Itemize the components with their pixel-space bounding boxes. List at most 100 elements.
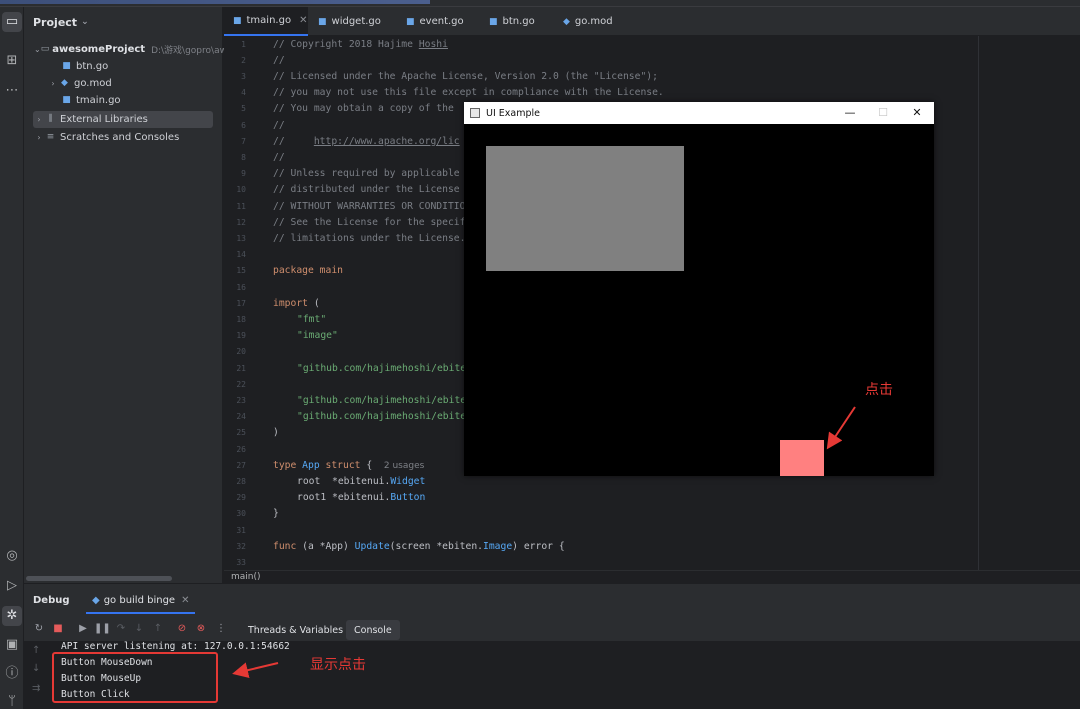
tree-item-external-libraries[interactable]: › ⫼ External Libraries xyxy=(33,111,213,128)
project-folder-icon[interactable]: ▭ xyxy=(2,12,22,32)
console-line: API server listening at: 127.0.0.1:54662 xyxy=(61,641,290,652)
go-file-icon: ■ xyxy=(62,95,71,105)
code-link[interactable]: http://www.apache.org/lic xyxy=(314,136,460,147)
usages-hint[interactable]: 2 usages xyxy=(384,461,424,471)
rerun-icon[interactable]: ↻ xyxy=(32,622,46,636)
tree-item-tmain-go[interactable]: ■ tmain.go xyxy=(24,92,223,109)
problems-icon[interactable]: ⓘ xyxy=(2,664,22,684)
expand-arrow-icon[interactable]: › xyxy=(34,133,44,142)
tab-console[interactable]: Console xyxy=(346,620,400,640)
ebiten-button[interactable] xyxy=(780,440,824,476)
line-number: 17 xyxy=(236,299,246,308)
more-tools-icon[interactable]: ⋯ xyxy=(2,81,22,101)
line-number: 28 xyxy=(236,477,246,486)
code-line: import ( xyxy=(273,298,320,309)
go-module-icon: ◆ xyxy=(563,16,570,27)
mute-breakpoints-icon[interactable]: ⊗ xyxy=(194,622,208,636)
tab-threads-variables[interactable]: Threads & Variables xyxy=(240,620,351,640)
code-line: func (a *App) Update(screen *ebiten.Imag… xyxy=(273,541,565,552)
go-build-icon: ◆ xyxy=(92,594,100,606)
debug-session-label: go build binge xyxy=(103,594,176,606)
tab-event-go[interactable]: ■ event.go xyxy=(397,7,481,36)
resume-icon[interactable]: ▶ xyxy=(76,622,90,636)
debug-bug-icon[interactable]: ✲ xyxy=(2,606,22,626)
terminal-icon[interactable]: ▣ xyxy=(2,635,22,655)
code-line: } xyxy=(273,508,279,519)
line-number: 5 xyxy=(241,104,246,113)
code-text: root1 *ebitenui. xyxy=(297,492,391,503)
tab-tmain-go[interactable]: ■ tmain.go ✕ xyxy=(224,7,308,36)
tree-item-label: go.mod xyxy=(74,78,112,89)
tree-item-go-mod[interactable]: › ◆ go.mod xyxy=(24,75,223,92)
tab-label: tmain.go xyxy=(246,15,292,26)
code-line: ) xyxy=(273,427,279,438)
code-keyword: package xyxy=(273,265,320,276)
more-options-icon[interactable]: ⋮ xyxy=(214,622,228,636)
app-titlebar[interactable]: UI Example — ☐ ✕ xyxy=(464,102,934,124)
code-line: "fmt" xyxy=(297,314,327,325)
project-panel-scrollbar[interactable] xyxy=(26,576,172,581)
close-button[interactable]: ✕ xyxy=(900,102,934,124)
go-file-icon: ■ xyxy=(489,16,498,27)
soft-wrap-icon[interactable]: ⇉ xyxy=(32,683,40,694)
tab-btn-go[interactable]: ■ btn.go xyxy=(480,7,560,36)
line-number: 16 xyxy=(236,283,246,292)
expand-arrow-icon[interactable]: ⌄ xyxy=(34,45,41,54)
editor-breadcrumb[interactable]: main() xyxy=(224,570,1080,583)
expand-arrow-icon[interactable]: › xyxy=(34,115,44,124)
step-out-icon[interactable]: ↑ xyxy=(151,622,165,636)
scroll-down-icon[interactable]: ↓ xyxy=(32,663,40,674)
close-icon[interactable]: ✕ xyxy=(299,15,307,26)
code-keyword: struct xyxy=(325,460,361,471)
root-widget xyxy=(486,146,684,271)
app-window-title: UI Example xyxy=(486,107,540,119)
tree-item-label: tmain.go xyxy=(76,95,121,106)
run-icon[interactable]: ▷ xyxy=(2,576,22,596)
scroll-up-icon[interactable]: ↑ xyxy=(32,645,40,656)
line-number: 1 xyxy=(241,40,246,49)
code-line: type App struct { 2 usages xyxy=(273,460,424,471)
code-line: // limitations under the License. xyxy=(273,233,466,244)
folder-icon: ▭ xyxy=(40,44,50,54)
code-text: // xyxy=(273,136,314,147)
maximize-button[interactable]: ☐ xyxy=(866,102,900,124)
console-highlight-box xyxy=(52,652,218,703)
line-number: 7 xyxy=(241,137,246,146)
step-into-icon[interactable]: ↓ xyxy=(132,622,146,636)
line-number: 29 xyxy=(236,493,246,502)
debug-session-tab[interactable]: ◆ go build binge ✕ xyxy=(86,588,196,614)
tree-item-awesomeproject[interactable]: ⌄ ▭ awesomeProject D:\游戏\gopro\awe xyxy=(24,41,232,58)
pause-icon[interactable]: ❚❚ xyxy=(94,622,111,636)
right-margin-guide xyxy=(978,36,979,570)
git-icon[interactable]: ᛘ xyxy=(2,692,22,709)
project-panel-title: Project xyxy=(33,15,78,29)
line-number: 10 xyxy=(236,185,246,194)
services-icon[interactable]: ◎ xyxy=(2,546,22,566)
tab-label: widget.go xyxy=(331,16,381,27)
code-type: Widget xyxy=(390,476,426,487)
view-breakpoints-icon[interactable]: ⊘ xyxy=(175,622,189,636)
tab-go-mod[interactable]: ◆ go.mod xyxy=(554,7,644,36)
code-line: // Licensed under the Apache License, Ve… xyxy=(273,71,658,82)
line-number: 26 xyxy=(236,445,246,454)
close-icon[interactable]: ✕ xyxy=(181,595,189,606)
click-annotation-label: 点击 xyxy=(865,382,893,398)
line-number: 4 xyxy=(241,88,246,97)
code-line: // See the License for the specif xyxy=(273,217,466,228)
code-text: ) error { xyxy=(512,541,565,552)
project-panel-header[interactable]: Project ⌄ xyxy=(24,7,222,37)
tree-item-label: External Libraries xyxy=(60,114,148,125)
step-over-icon[interactable]: ↷ xyxy=(114,622,128,636)
structure-icon[interactable]: ⊞ xyxy=(2,51,22,71)
expand-arrow-icon[interactable]: › xyxy=(48,79,58,88)
minimize-button[interactable]: — xyxy=(833,102,867,124)
tree-item-btn-go[interactable]: ■ btn.go xyxy=(24,58,223,75)
code-line: "image" xyxy=(297,330,338,341)
stop-icon[interactable]: ■ xyxy=(51,622,65,636)
tree-item-scratches[interactable]: › ≡ Scratches and Consoles xyxy=(24,129,223,146)
code-line: "github.com/hajimehoshi/ebite xyxy=(297,411,467,422)
app-window-icon xyxy=(470,108,480,118)
code-line: // You may obtain a copy of the xyxy=(273,103,454,114)
code-text: (screen *ebiten. xyxy=(389,541,483,552)
tab-widget-go[interactable]: ■ widget.go xyxy=(309,7,399,36)
